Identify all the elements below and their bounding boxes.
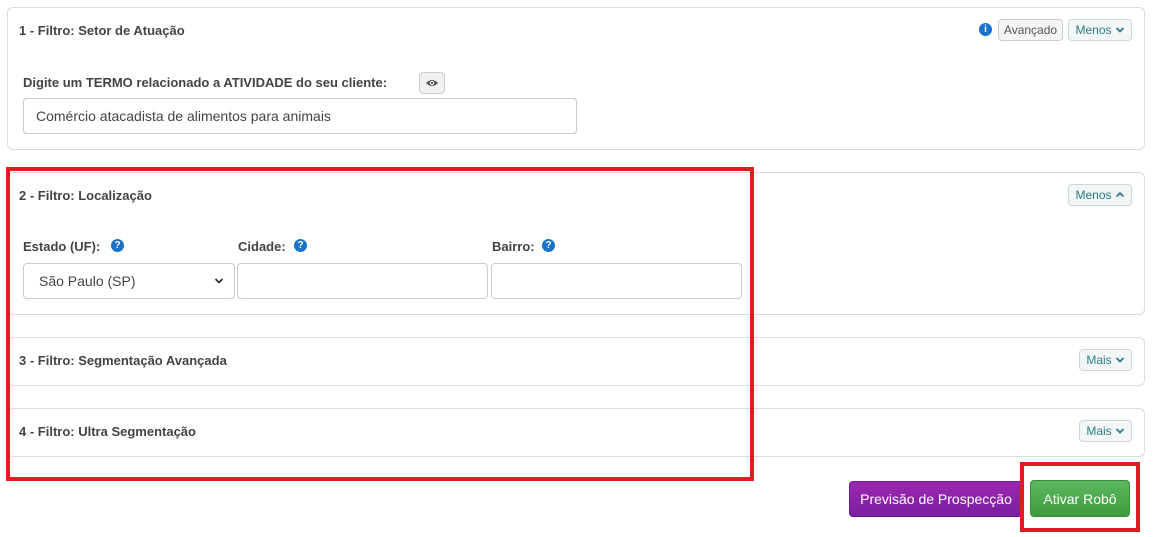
chevron-down-icon bbox=[1115, 428, 1124, 434]
neighborhood-help-icon[interactable]: ? bbox=[542, 239, 555, 252]
eye-icon bbox=[426, 80, 438, 86]
chevron-up-icon bbox=[1115, 191, 1124, 198]
filter-sector-title: 1 - Filtro: Setor de Atuação bbox=[19, 23, 185, 38]
state-select-value: São Paulo (SP) bbox=[39, 273, 136, 289]
filter-panel-sector: 1 - Filtro: Setor de Atuação i Avançado … bbox=[7, 7, 1145, 150]
advanced-button[interactable]: Avançado bbox=[998, 19, 1063, 41]
state-select[interactable]: São Paulo (SP) bbox=[23, 263, 235, 299]
filter-panel-advanced-segmentation: 3 - Filtro: Segmentação Avançada Mais bbox=[7, 337, 1145, 386]
activate-robot-button[interactable]: Ativar Robô bbox=[1030, 480, 1130, 517]
neighborhood-input[interactable] bbox=[491, 263, 742, 299]
toggle-label: Mais bbox=[1086, 353, 1112, 367]
info-icon[interactable]: i bbox=[979, 23, 992, 36]
filter-advanced-segmentation-toggle-button[interactable]: Mais bbox=[1079, 349, 1132, 371]
filter-ultra-segmentation-title: 4 - Filtro: Ultra Segmentação bbox=[19, 424, 196, 439]
filter-location-title: 2 - Filtro: Localização bbox=[19, 188, 152, 203]
city-input[interactable] bbox=[237, 263, 488, 299]
toggle-label: Menos bbox=[1075, 23, 1112, 37]
filter-panel-location: 2 - Filtro: Localização Menos Estado (UF… bbox=[7, 172, 1145, 315]
chevron-down-icon bbox=[1115, 357, 1124, 363]
activity-term-input[interactable] bbox=[23, 98, 577, 134]
term-label: Digite um TERMO relacionado a ATIVIDADE … bbox=[23, 75, 388, 90]
filter-ultra-segmentation-toggle-button[interactable]: Mais bbox=[1079, 420, 1132, 442]
filter-location-toggle-button[interactable]: Menos bbox=[1068, 184, 1132, 206]
state-help-icon[interactable]: ? bbox=[111, 239, 124, 252]
city-help-icon[interactable]: ? bbox=[294, 239, 307, 252]
toggle-label: Menos bbox=[1075, 188, 1112, 202]
filter-sector-toggle-button[interactable]: Menos bbox=[1068, 19, 1132, 41]
toggle-label: Mais bbox=[1086, 424, 1112, 438]
chevron-down-icon bbox=[1115, 27, 1124, 33]
state-label: Estado (UF): bbox=[23, 239, 101, 254]
city-label: Cidade: bbox=[238, 239, 286, 254]
neighborhood-label: Bairro: bbox=[492, 239, 535, 254]
chevron-down-icon bbox=[214, 278, 224, 284]
filter-advanced-segmentation-title: 3 - Filtro: Segmentação Avançada bbox=[19, 353, 227, 368]
filter-panel-ultra-segmentation: 4 - Filtro: Ultra Segmentação Mais bbox=[7, 408, 1145, 457]
prospecting-preview-button[interactable]: Previsão de Prospecção bbox=[849, 481, 1023, 517]
eye-toggle-button[interactable] bbox=[419, 72, 445, 94]
